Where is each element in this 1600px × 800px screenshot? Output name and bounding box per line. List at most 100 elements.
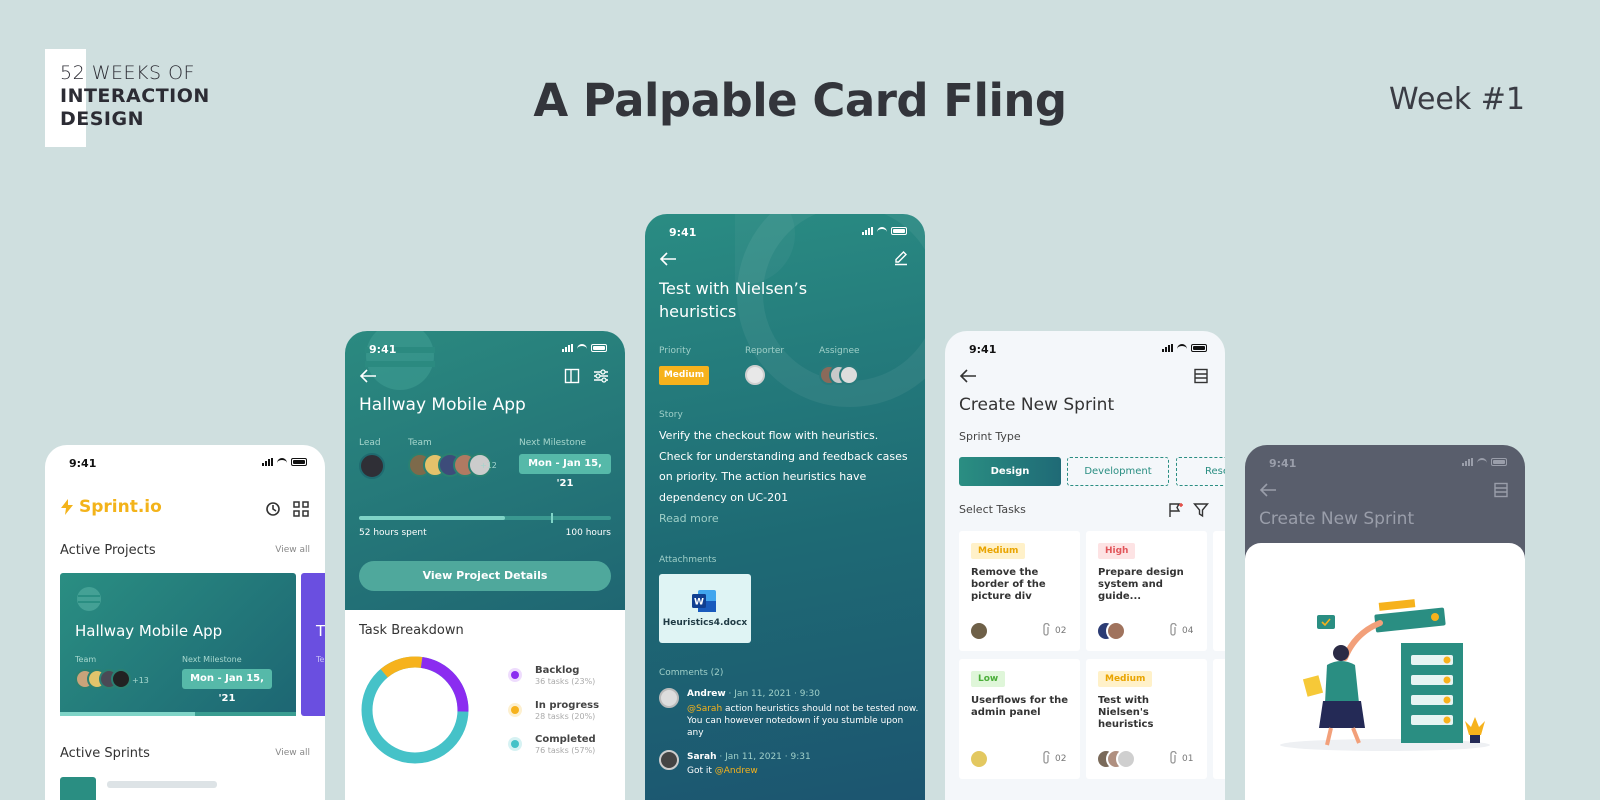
svg-text:W: W <box>694 598 704 608</box>
project-header: 9:41 Hallway Mobile App Lead Team Next M… <box>345 331 625 610</box>
list-view-icon[interactable] <box>1193 368 1209 384</box>
priority-tag: High <box>1098 543 1136 559</box>
brand-name: Sprint.io <box>79 497 162 517</box>
back-arrow-icon[interactable] <box>959 368 977 384</box>
history-icon[interactable] <box>264 500 282 518</box>
view-all-projects-link[interactable]: View all <box>275 545 310 555</box>
project-card[interactable]: Hallway Mobile App Team Next Milestone +… <box>60 573 296 716</box>
view-project-details-button[interactable]: View Project Details <box>359 561 611 591</box>
project-title: Hallway Mobile App <box>359 395 526 415</box>
flag-icon[interactable] <box>1167 502 1184 518</box>
project-progress-fill <box>60 712 195 716</box>
next-project-card[interactable]: T Te <box>301 573 325 716</box>
brand: Sprint.io <box>61 497 162 517</box>
comments-label: Comments (2) <box>659 668 724 678</box>
task-title-line: Test with Nielsen’s <box>659 279 808 298</box>
mention[interactable]: @Andrew <box>715 766 758 776</box>
status-bar: 9:41 <box>345 331 625 367</box>
next-milestone-label: Next Milestone <box>182 655 242 664</box>
comment-author: Andrew <box>687 689 726 699</box>
comment-2-text: Got it @Andrew <box>687 766 758 776</box>
status-time: 9:41 <box>1269 457 1297 470</box>
story-line: dependency on UC-201 <box>659 490 789 504</box>
task-card[interactable]: High Prepare design system and guide... … <box>1086 531 1207 651</box>
dashboard-screen: 9:41 Sprint.io Active Projects View all … <box>45 445 325 800</box>
comment-1-text: @Sarah action heuristics should not be t… <box>687 703 918 739</box>
select-tasks-label: Select Tasks <box>959 503 1026 516</box>
legend-label: Backlog <box>535 665 580 676</box>
success-sheet <box>1245 543 1525 800</box>
reporter-label: Reporter <box>745 346 785 356</box>
filter-icon[interactable] <box>1193 502 1209 518</box>
comment-time: 9:30 <box>799 689 820 699</box>
back-arrow-icon[interactable] <box>359 368 377 384</box>
word-document-icon: W <box>692 590 716 612</box>
donut-in-progress <box>361 656 469 764</box>
comment-author: Sarah <box>687 752 717 762</box>
sprint-illustration <box>1280 599 1490 751</box>
team-extra-count: +13 <box>132 676 149 685</box>
priority-badge[interactable]: Medium <box>659 366 709 385</box>
view-all-sprints-link[interactable]: View all <box>275 748 310 758</box>
hours-progress-fill <box>359 516 506 520</box>
attachment-name: Heuristics4.docx <box>662 618 748 628</box>
task-title: Test with Nielsen’s heuristics <box>659 277 807 323</box>
active-projects-heading: Active Projects <box>60 543 156 558</box>
battery-icon <box>1491 458 1507 466</box>
read-more-link[interactable]: Read more <box>659 512 719 525</box>
task-card[interactable]: Low Userflows for the admin panel 02 <box>959 659 1080 779</box>
list-view-icon[interactable] <box>1493 482 1509 498</box>
page-title: A Palpable Card Fling <box>533 74 1067 127</box>
bolt-icon <box>61 499 73 515</box>
task-card[interactable]: Medium Test with Nielsen's heuristics 01 <box>1086 659 1207 779</box>
settings-sliders-icon[interactable] <box>593 368 609 384</box>
task-card-partial[interactable] <box>1213 531 1225 651</box>
comment-date: Jan 11, 2021 <box>725 752 782 762</box>
assignee-label: Assignee <box>819 346 860 356</box>
mention[interactable]: @Sarah <box>687 704 722 714</box>
commenter-avatar <box>659 750 679 770</box>
wifi-icon <box>1477 458 1487 466</box>
screen-title: Create New Sprint <box>959 395 1115 415</box>
back-arrow-icon[interactable] <box>659 251 677 267</box>
attachment-count: 02 <box>1055 754 1067 764</box>
wifi-icon <box>277 458 287 466</box>
signal-icon <box>1462 458 1473 466</box>
wifi-icon <box>577 344 587 352</box>
screen-title: Create New Sprint <box>1259 509 1415 529</box>
legend-sub: 76 tasks (57%) <box>535 746 596 755</box>
story-line: Check for understanding and feedback cas… <box>659 449 908 463</box>
create-sprint-modal-screen: 9:41 Create New Sprint <box>1245 445 1525 800</box>
avatar <box>1106 621 1126 641</box>
priority-label: Priority <box>659 346 692 356</box>
wifi-icon <box>1177 344 1187 352</box>
project-progress-track <box>60 712 296 716</box>
legend-sub: 28 tasks (20%) <box>535 712 596 721</box>
status-bar: 9:41 <box>645 214 925 250</box>
sprint-type-design[interactable]: Design <box>959 457 1061 486</box>
task-card[interactable]: Medium Remove the border of the picture … <box>959 531 1080 651</box>
sprint-thumbnail[interactable] <box>60 777 96 800</box>
sprint-type-research[interactable]: Rese <box>1176 457 1225 486</box>
attachment-count: 01 <box>1182 754 1194 764</box>
edit-pencil-icon[interactable] <box>893 250 909 266</box>
comment-time: 9:31 <box>790 752 811 762</box>
board-view-icon[interactable] <box>564 368 580 384</box>
sprint-type-label: Sprint Type <box>959 430 1021 443</box>
grid-icon[interactable] <box>292 500 310 518</box>
sprint-type-development[interactable]: Development <box>1067 457 1169 486</box>
story-text: Verify the checkout flow with heuristics… <box>659 426 908 508</box>
task-breakdown-donut <box>361 656 469 764</box>
status-time: 9:41 <box>369 343 397 356</box>
status-time: 9:41 <box>69 457 97 470</box>
lead-avatar <box>359 453 385 479</box>
battery-icon <box>591 344 607 352</box>
back-arrow-icon[interactable] <box>1259 482 1277 498</box>
attachment-file[interactable]: W Heuristics4.docx <box>659 574 751 643</box>
task-card-partial[interactable] <box>1213 659 1225 779</box>
story-line: on priority. The action heuristics have <box>659 470 867 483</box>
battery-icon <box>291 458 307 466</box>
task-title: Remove the border of the picture div <box>971 567 1046 602</box>
project-logo-icon <box>77 587 101 611</box>
legend-dot <box>511 706 519 714</box>
